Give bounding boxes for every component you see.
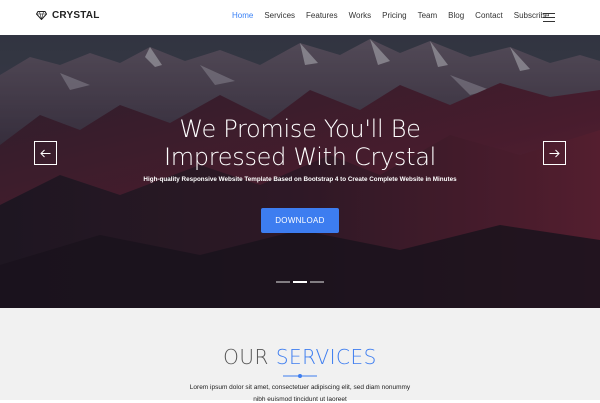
hero-title: We Promise You'll Be Impressed With Crys…	[0, 115, 600, 171]
hero-subtitle: High-quality Responsive Website Template…	[143, 176, 457, 183]
diamond-icon	[36, 11, 47, 20]
nav-item-blog[interactable]: Blog	[448, 11, 464, 20]
services-title-part2: SERVICES	[275, 345, 377, 369]
slider-next-button[interactable]	[543, 141, 566, 165]
hero-title-line2: Impressed With Crystal	[163, 143, 437, 171]
slider-prev-button[interactable]	[34, 141, 57, 165]
services-section: OUR SERVICES Lorem ipsum dolor sit amet,…	[0, 308, 600, 403]
nav-item-works[interactable]: Works	[349, 11, 372, 20]
nav-item-features[interactable]: Features	[306, 11, 338, 20]
hero-slider: We Promise You'll Be Impressed With Crys…	[0, 35, 600, 308]
brand-name: CRYSTAL	[52, 10, 100, 21]
services-title: OUR SERVICES	[0, 345, 600, 369]
hero-title-line1: We Promise You'll Be	[179, 115, 421, 143]
slider-indicator-3[interactable]	[310, 281, 324, 283]
nav-item-pricing[interactable]: Pricing	[382, 11, 406, 20]
slider-indicators	[276, 281, 324, 283]
slider-indicator-1[interactable]	[276, 281, 290, 283]
section-divider	[283, 374, 317, 378]
slider-indicator-2[interactable]	[293, 281, 307, 283]
arrow-left-icon	[40, 149, 51, 157]
services-title-part1: OUR	[223, 345, 276, 369]
hamburger-icon[interactable]	[543, 13, 555, 22]
nav-item-services[interactable]: Services	[264, 11, 295, 20]
download-button[interactable]: DOWNLOAD	[261, 208, 339, 233]
nav-item-contact[interactable]: Contact	[475, 11, 503, 20]
hero-overlay	[0, 35, 600, 308]
nav-item-team[interactable]: Team	[418, 11, 438, 20]
brand-logo[interactable]: CRYSTAL	[36, 10, 100, 21]
services-description-line1: Lorem ipsum dolor sit amet, consectetuer…	[189, 384, 411, 391]
arrow-right-icon	[549, 149, 560, 157]
nav-item-home[interactable]: Home	[232, 11, 253, 20]
navbar: CRYSTAL Home Services Features Works Pri…	[0, 0, 600, 35]
nav-menu: Home Services Features Works Pricing Tea…	[232, 11, 549, 20]
